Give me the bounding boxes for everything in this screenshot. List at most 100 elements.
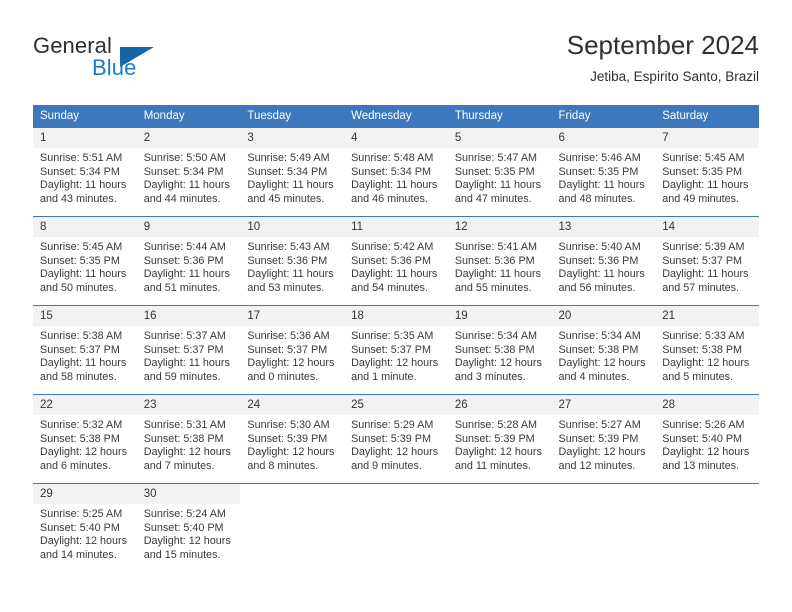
day-cell[interactable]: 24 Sunrise: 5:30 AM Sunset: 5:39 PM Dayligh…: [240, 394, 345, 484]
daylight-text-line2: and 53 minutes.: [247, 281, 325, 294]
general-blue-logo[interactable]: General Blue: [33, 33, 233, 91]
day-number: 23: [136, 395, 241, 415]
day-cell-inner: [447, 484, 552, 573]
sunrise-text: Sunrise: 5:29 AM: [351, 419, 434, 431]
daylight-text-line2: and 13 minutes.: [662, 459, 740, 472]
daylight-text-line2: and 45 minutes.: [247, 192, 325, 205]
day-cell[interactable]: 5 Sunrise: 5:47 AM Sunset: 5:35 PM Daylight…: [447, 127, 552, 217]
day-cell-inner: 27 Sunrise: 5:27 AM Sunset: 5:39 PM Dayligh…: [551, 395, 656, 483]
calendar-head: Sunday Monday Tuesday Wednesday Thursday…: [33, 105, 759, 128]
day-cell-inner: 7 Sunrise: 5:45 AM Sunset: 5:35 PM Daylight…: [655, 128, 759, 216]
day-details: Sunrise: 5:39 AM Sunset: 5:37 PM Daylight:…: [655, 237, 759, 295]
daylight-text-line2: and 54 minutes.: [351, 281, 428, 294]
day-details: Sunrise: 5:34 AM Sunset: 5:38 PM Daylight:…: [552, 326, 656, 384]
day-cell[interactable]: 17 Sunrise: 5:36 AM Sunset: 5:37 PM Dayligh…: [240, 305, 345, 395]
daylight-text-line2: and 6 minutes.: [40, 459, 111, 472]
sunset-text: Sunset: 5:36 PM: [454, 254, 535, 267]
daylight-text-line2: and 11 minutes.: [454, 459, 531, 472]
sunset-text: Sunset: 5:39 PM: [454, 432, 535, 445]
day-cell[interactable]: 9 Sunrise: 5:44 AM Sunset: 5:36 PM Daylight…: [136, 216, 241, 306]
day-details: Sunrise: 5:37 AM Sunset: 5:37 PM Daylight:…: [137, 326, 241, 384]
day-number: 4: [344, 128, 448, 148]
day-cell[interactable]: 22 Sunrise: 5:32 AM Sunset: 5:38 PM Dayligh…: [33, 394, 137, 484]
day-cell[interactable]: 27 Sunrise: 5:27 AM Sunset: 5:39 PM Dayligh…: [551, 394, 656, 484]
day-details: Sunrise: 5:43 AM Sunset: 5:36 PM Daylight:…: [240, 237, 344, 295]
day-cell[interactable]: 19 Sunrise: 5:34 AM Sunset: 5:38 PM Dayligh…: [447, 305, 552, 395]
day-cell[interactable]: 3 Sunrise: 5:49 AM Sunset: 5:34 PM Daylight…: [240, 127, 345, 217]
sunrise-text: Sunrise: 5:35 AM: [351, 330, 434, 342]
day-cell[interactable]: 2 Sunrise: 5:50 AM Sunset: 5:34 PM Daylight…: [136, 127, 241, 217]
day-cell[interactable]: 10 Sunrise: 5:43 AM Sunset: 5:36 PM Dayligh…: [240, 216, 345, 306]
sunrise-text: Sunrise: 5:44 AM: [143, 241, 226, 253]
day-cell[interactable]: 14 Sunrise: 5:39 AM Sunset: 5:37 PM Dayligh…: [655, 216, 759, 306]
day-cell[interactable]: 13 Sunrise: 5:40 AM Sunset: 5:36 PM Dayligh…: [551, 216, 656, 306]
sunset-text: Sunset: 5:39 PM: [247, 432, 328, 445]
day-cell[interactable]: 6 Sunrise: 5:46 AM Sunset: 5:35 PM Daylight…: [551, 127, 656, 217]
calendar-week-row: 22 Sunrise: 5:32 AM Sunset: 5:38 PM Dayligh…: [33, 394, 759, 484]
daylight-text-line1: Daylight: 12 hours: [454, 357, 542, 370]
day-cell[interactable]: 30 Sunrise: 5:24 AM Sunset: 5:40 PM Dayligh…: [136, 483, 241, 573]
daylight-text-line2: and 3 minutes.: [454, 370, 526, 383]
day-cell-inner: [551, 484, 656, 573]
daylight-text-line1: Daylight: 11 hours: [143, 268, 230, 281]
day-cell[interactable]: 11 Sunrise: 5:42 AM Sunset: 5:36 PM Dayligh…: [344, 216, 448, 306]
day-number: 14: [655, 217, 759, 237]
daylight-text-line1: Daylight: 12 hours: [351, 446, 439, 459]
day-cell-inner: 30 Sunrise: 5:24 AM Sunset: 5:40 PM Dayligh…: [136, 484, 241, 573]
daylight-text-line1: Daylight: 12 hours: [143, 446, 231, 459]
sunrise-text: Sunrise: 5:42 AM: [351, 241, 434, 253]
day-details: Sunrise: 5:42 AM Sunset: 5:36 PM Daylight:…: [344, 237, 448, 295]
sunrise-text: Sunrise: 5:32 AM: [40, 419, 123, 431]
day-cell[interactable]: 26 Sunrise: 5:28 AM Sunset: 5:39 PM Dayligh…: [447, 394, 552, 484]
day-number: [344, 484, 448, 504]
day-number: 2: [136, 128, 241, 148]
day-details: Sunrise: 5:40 AM Sunset: 5:36 PM Daylight:…: [552, 237, 656, 295]
day-cell-inner: 29 Sunrise: 5:25 AM Sunset: 5:40 PM Dayligh…: [33, 484, 137, 573]
sunset-text: Sunset: 5:36 PM: [351, 254, 431, 267]
day-cell[interactable]: 7 Sunrise: 5:45 AM Sunset: 5:35 PM Daylight…: [655, 127, 759, 217]
day-number: 30: [136, 484, 241, 504]
sunrise-text: Sunrise: 5:31 AM: [143, 419, 226, 431]
day-cell[interactable]: 29 Sunrise: 5:25 AM Sunset: 5:40 PM Dayligh…: [33, 483, 137, 573]
daylight-text-line1: Daylight: 12 hours: [662, 446, 750, 459]
sunrise-text: Sunrise: 5:47 AM: [454, 152, 538, 164]
weekday-header-monday: Monday: [136, 105, 241, 128]
day-details: Sunrise: 5:45 AM Sunset: 5:35 PM Daylight:…: [655, 148, 759, 206]
sunset-text: Sunset: 5:35 PM: [558, 165, 639, 178]
sunrise-text: Sunrise: 5:30 AM: [247, 419, 330, 431]
day-number: 24: [240, 395, 345, 415]
day-cell-inner: [655, 484, 759, 573]
day-cell[interactable]: 15 Sunrise: 5:38 AM Sunset: 5:37 PM Dayligh…: [33, 305, 137, 395]
sunset-text: Sunset: 5:34 PM: [247, 165, 328, 178]
day-details: Sunrise: 5:44 AM Sunset: 5:36 PM Daylight:…: [137, 237, 241, 295]
daylight-text-line1: Daylight: 11 hours: [40, 268, 127, 281]
day-cell[interactable]: 20 Sunrise: 5:34 AM Sunset: 5:38 PM Dayligh…: [551, 305, 656, 395]
daylight-text-line1: Daylight: 11 hours: [454, 268, 542, 281]
daylight-text-line2: and 5 minutes.: [662, 370, 734, 383]
day-details: Sunrise: 5:28 AM Sunset: 5:39 PM Daylight:…: [448, 415, 552, 473]
day-cell[interactable]: 12 Sunrise: 5:41 AM Sunset: 5:36 PM Dayligh…: [447, 216, 552, 306]
day-cell[interactable]: 28 Sunrise: 5:26 AM Sunset: 5:40 PM Dayligh…: [655, 394, 759, 484]
sunset-text: Sunset: 5:34 PM: [40, 165, 120, 178]
day-cell-inner: 11 Sunrise: 5:42 AM Sunset: 5:36 PM Dayligh…: [344, 217, 448, 305]
day-cell-inner: 22 Sunrise: 5:32 AM Sunset: 5:38 PM Dayligh…: [33, 395, 137, 483]
day-cell-inner: 10 Sunrise: 5:43 AM Sunset: 5:36 PM Dayligh…: [240, 217, 345, 305]
daylight-text-line1: Daylight: 11 hours: [454, 179, 542, 192]
day-cell[interactable]: 16 Sunrise: 5:37 AM Sunset: 5:37 PM Dayligh…: [136, 305, 241, 395]
day-cell[interactable]: 25 Sunrise: 5:29 AM Sunset: 5:39 PM Dayligh…: [344, 394, 448, 484]
day-cell[interactable]: 4 Sunrise: 5:48 AM Sunset: 5:34 PM Daylight…: [344, 127, 448, 217]
daylight-text-line1: Daylight: 12 hours: [40, 535, 128, 548]
day-cell-empty: [240, 483, 345, 573]
day-cell[interactable]: 18 Sunrise: 5:35 AM Sunset: 5:37 PM Dayligh…: [344, 305, 448, 395]
day-cell[interactable]: 1 Sunrise: 5:51 AM Sunset: 5:34 PM Daylight…: [33, 127, 137, 217]
day-number: 21: [655, 306, 759, 326]
sunset-text: Sunset: 5:38 PM: [662, 343, 743, 356]
day-cell[interactable]: 23 Sunrise: 5:31 AM Sunset: 5:38 PM Dayligh…: [136, 394, 241, 484]
day-number: 17: [240, 306, 345, 326]
sunset-text: Sunset: 5:37 PM: [662, 254, 743, 267]
daylight-text-line1: Daylight: 12 hours: [454, 446, 542, 459]
day-details: Sunrise: 5:48 AM Sunset: 5:34 PM Daylight:…: [344, 148, 448, 206]
daylight-text-line2: and 44 minutes.: [143, 192, 221, 205]
day-cell[interactable]: 8 Sunrise: 5:45 AM Sunset: 5:35 PM Daylight…: [33, 216, 137, 306]
day-cell[interactable]: 21 Sunrise: 5:33 AM Sunset: 5:38 PM Dayligh…: [655, 305, 759, 395]
